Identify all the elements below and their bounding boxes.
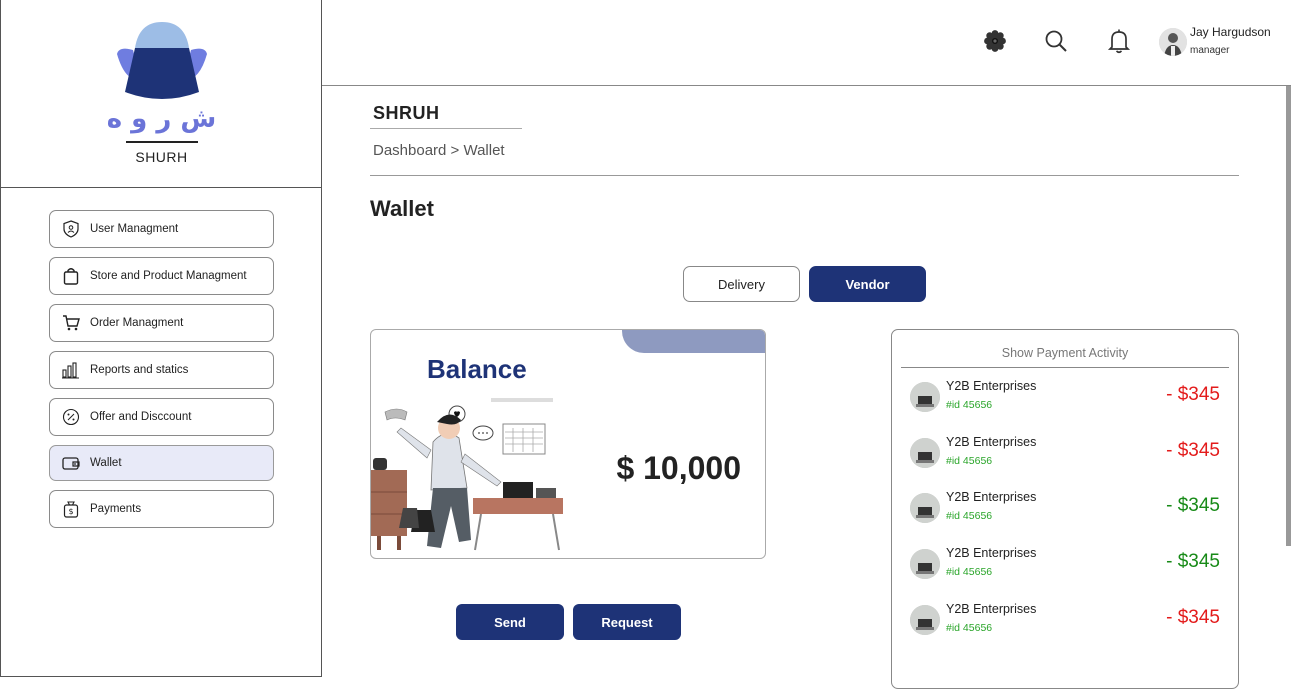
divider [370,128,522,129]
payment-amount: - $345 [1166,440,1220,461]
divider [901,367,1229,368]
list-item[interactable]: Y2B Enterprises #id 45656 - $345 [910,599,1230,639]
payer-name: Y2B Enterprises [946,435,1037,449]
avatar [910,382,940,412]
sidebar-item-user-management[interactable]: User Managment [49,210,274,248]
sidebar-item-label: Order Managment [90,317,184,329]
payment-amount: - $345 [1166,495,1220,516]
balance-label: Balance [427,354,527,384]
breadcrumb-title: SHRUH [373,103,440,123]
payment-activity-title[interactable]: Show Payment Activity [892,346,1238,360]
list-item[interactable]: Y2B Enterprises #id 45656 - $345 [910,432,1230,472]
list-item[interactable]: Y2B Enterprises #id 45656 - $345 [910,543,1230,583]
payment-amount: - $345 [1166,551,1220,572]
cart-icon [62,314,80,332]
top-bar: Jay Hargudson manager [322,0,1291,86]
sidebar-item-label: User Managment [90,223,179,235]
bell-icon[interactable] [1106,28,1132,54]
scrollbar[interactable] [1286,86,1291,546]
money-bag-icon: $ [62,500,80,518]
wallet-icon [62,454,80,472]
card-decoration [622,330,765,353]
payment-activity-panel: Show Payment Activity Y2B Enterprises #i… [891,329,1239,689]
sidebar-item-label: Reports and statics [90,364,189,376]
payer-name: Y2B Enterprises [946,490,1037,504]
page-title: Wallet [370,196,434,221]
avatar [910,549,940,579]
payer-name: Y2B Enterprises [946,379,1037,393]
settings-icon[interactable] [982,28,1008,54]
sidebar-item-label: Payments [90,503,142,515]
avatar [910,438,940,468]
sidebar-item-label: Offer and Disccount [90,411,192,423]
sidebar-item-wallet[interactable]: Wallet [49,445,274,481]
sidebar-item-store-product-management[interactable]: Store and Product Managment [49,257,274,295]
tab-delivery[interactable]: Delivery [683,266,800,302]
payment-amount: - $345 [1166,607,1220,628]
payment-amount: - $345 [1166,384,1220,405]
payer-id: #id 45656 [946,566,993,578]
sidebar-item-reports[interactable]: Reports and statics [49,351,274,389]
percent-icon [62,408,80,426]
logo-icon [117,22,207,99]
brand-name: SHURH [135,149,188,165]
list-item[interactable]: Y2B Enterprises #id 45656 - $345 [910,487,1230,527]
payer-name: Y2B Enterprises [946,546,1037,560]
balance-amount: $ 10,000 [616,450,741,486]
brand-area: ش ر و ه SHURH [1,0,322,188]
brand-underline [126,141,198,143]
breadcrumb[interactable]: Dashboard > Wallet [373,142,505,159]
user-name: Jay Hargudson [1190,25,1271,39]
busy-woman-illustration [371,398,563,551]
user-role: manager [1190,45,1230,56]
shopping-bag-icon [62,267,80,285]
shield-user-icon [62,220,80,238]
avatar [910,493,940,523]
payer-name: Y2B Enterprises [946,602,1037,616]
payer-id: #id 45656 [946,455,993,467]
avatar[interactable] [1159,28,1187,56]
sidebar-nav: User Managment Store and Product Managme… [49,210,274,537]
avatar [910,605,940,635]
payer-id: #id 45656 [946,510,993,522]
brand-arabic-name: ش ر و ه [106,104,217,134]
svg-text:$: $ [68,507,73,516]
payer-id: #id 45656 [946,399,993,411]
sidebar-item-label: Wallet [90,457,122,469]
sidebar-item-order-management[interactable]: Order Managment [49,304,274,342]
sidebar-item-payments[interactable]: $ Payments [49,490,274,528]
divider [370,175,1239,176]
sidebar: ش ر و ه SHURH User Managment Store and P… [0,0,322,677]
sidebar-item-label: Store and Product Managment [90,270,247,282]
search-icon[interactable] [1043,28,1069,54]
request-button[interactable]: Request [573,604,681,640]
tab-vendor[interactable]: Vendor [809,266,926,302]
payer-id: #id 45656 [946,622,993,634]
bar-chart-icon [62,361,80,379]
send-button[interactable]: Send [456,604,564,640]
balance-card: Balance $ 10,000 [370,329,766,559]
list-item[interactable]: Y2B Enterprises #id 45656 - $345 [910,376,1230,416]
sidebar-item-offers[interactable]: Offer and Disccount [49,398,274,436]
